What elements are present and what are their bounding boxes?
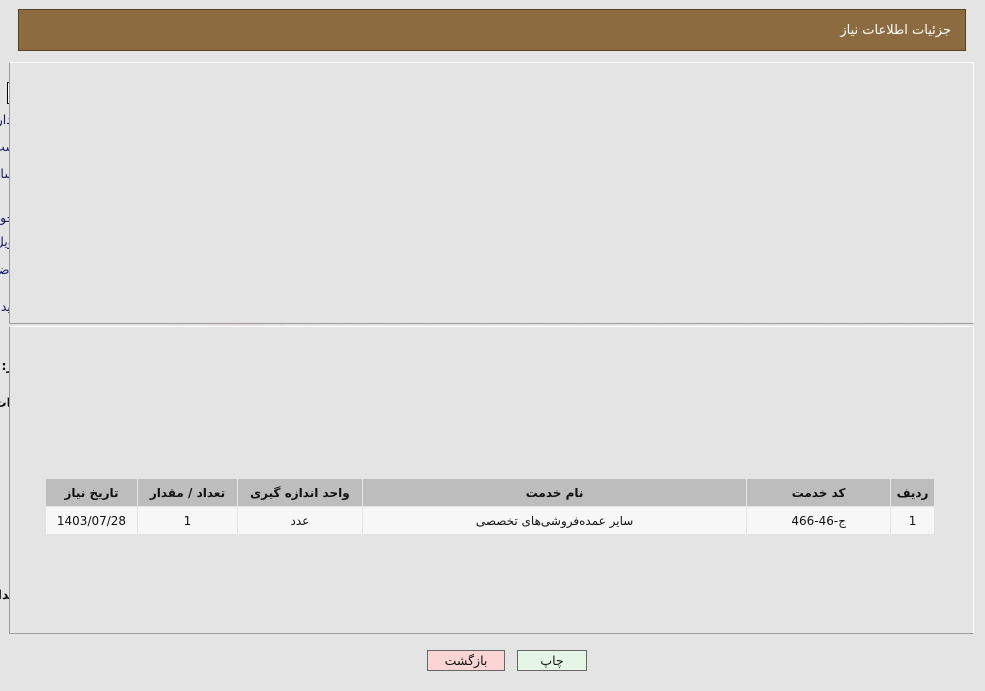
col-name: نام خدمت [362,478,749,507]
cell-need-date: 1403/07/28 [46,506,139,535]
col-quantity: تعداد / مقدار [138,478,239,507]
print-button[interactable]: چاپ [518,650,588,671]
cell-row: 1 [891,506,936,535]
col-row: ردیف [891,478,936,507]
table-row: 1 ج-46-466 سایر عمده‌فروشی‌های تخصصی عدد… [46,506,936,535]
col-unit: واحد اندازه گیری [237,478,364,507]
cell-name: سایر عمده‌فروشی‌های تخصصی [362,506,749,535]
window-titlebar: جزئیات اطلاعات نیاز [19,9,967,51]
page-root: AriaTender.net جزئیات اطلاعات نیاز شماره… [0,0,985,691]
cell-unit: عدد [237,506,364,535]
back-button[interactable]: بازگشت [428,650,506,671]
table-header-row: ردیف کد خدمت نام خدمت واحد اندازه گیری ت… [46,478,936,507]
top-info-panel [10,62,975,324]
services-table: ردیف کد خدمت نام خدمت واحد اندازه گیری ت… [46,478,936,535]
cell-code: ج-46-466 [747,506,893,535]
col-need-date: تاریخ نیاز [46,478,139,507]
cell-quantity: 1 [138,506,239,535]
page-title: جزئیات اطلاعات نیاز [841,22,952,38]
col-code: کد خدمت [747,478,893,507]
